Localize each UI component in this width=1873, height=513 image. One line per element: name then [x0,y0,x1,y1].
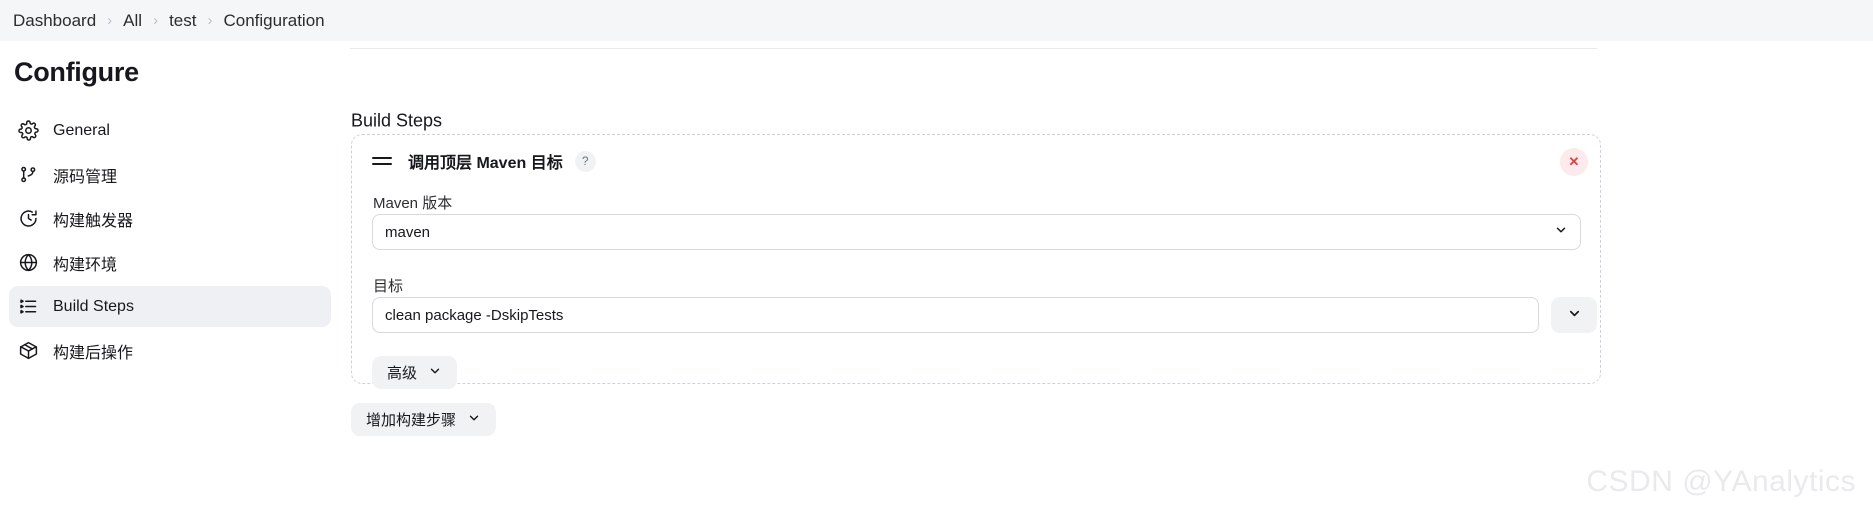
sidebar-nav: General 源码管理 构建触发器 构建环境 Build Steps 构建后操… [0,110,340,371]
goals-label: 目标 [373,278,404,295]
breadcrumb-separator: › [153,12,159,29]
goals-dropdown-button[interactable] [1551,297,1597,333]
globe-icon [17,252,39,274]
build-steps-heading: Build Steps [351,110,443,131]
drag-handle-icon[interactable] [372,151,392,171]
page-title: Configure [14,57,139,87]
source-control-icon [17,164,39,186]
breadcrumb: Dashboard › All › test › Configuration [0,0,1873,41]
breadcrumb-item-dashboard[interactable]: Dashboard [4,12,105,29]
add-build-step-label: 增加构建步骤 [366,412,457,429]
package-icon [17,340,39,362]
help-icon[interactable]: ? [574,150,596,172]
configuration-page: Dashboard › All › test › Configuration C… [0,0,1873,513]
sidebar-item-general[interactable]: General [9,110,331,151]
sidebar-item-source-control[interactable]: 源码管理 [9,154,331,195]
build-step-card: 调用顶层 Maven 目标 ? ✕ Maven 版本 maven 目标 clea… [351,134,1601,389]
sidebar-item-label: 构建后操作 [53,344,134,362]
sidebar-item-label: 构建环境 [53,256,118,274]
breadcrumb-item-all[interactable]: All [114,12,151,29]
maven-version-label: Maven 版本 [373,195,453,212]
sidebar-item-post-build-actions[interactable]: 构建后操作 [9,330,331,371]
main-content: Build Steps 调用顶层 Maven 目标 ? ✕ Maven 版本 m… [340,41,1873,513]
remove-build-step-button[interactable]: ✕ [1560,148,1588,176]
sidebar-item-build-steps[interactable]: Build Steps [9,286,331,327]
maven-version-select[interactable]: maven [372,214,1581,250]
advanced-label: 高级 [387,365,418,382]
clock-icon [17,208,39,230]
breadcrumb-separator: › [207,12,213,29]
breadcrumb-item-test[interactable]: test [160,12,205,29]
chevron-down-icon [467,411,481,429]
maven-version-value: maven [385,223,431,241]
breadcrumb-separator: › [107,12,113,29]
chevron-down-icon [428,364,442,382]
sidebar: Configure General 源码管理 构建触发器 构建环境 Build … [0,41,340,513]
watermark: CSDN @YAnalytics [1586,465,1856,498]
add-build-step-button[interactable]: 增加构建步骤 [351,403,497,436]
build-step-header: 调用顶层 Maven 目标 ? [352,135,1600,187]
sidebar-item-label: Build Steps [53,297,134,315]
chevron-down-icon [1554,223,1568,241]
chevron-down-icon [1567,306,1582,324]
sidebar-item-build-triggers[interactable]: 构建触发器 [9,198,331,239]
sidebar-item-label: 源码管理 [53,168,118,186]
sidebar-item-build-environment[interactable]: 构建环境 [9,242,331,283]
sidebar-item-label: General [53,121,110,139]
content-divider [350,48,1597,49]
build-step-title: 调用顶层 Maven 目标 [408,155,563,172]
breadcrumb-item-configuration[interactable]: Configuration [214,12,333,29]
sidebar-item-label: 构建触发器 [53,212,134,230]
gear-icon [17,120,39,142]
advanced-button[interactable]: 高级 [372,356,458,389]
goals-input[interactable] [372,297,1539,333]
list-icon [17,296,39,318]
